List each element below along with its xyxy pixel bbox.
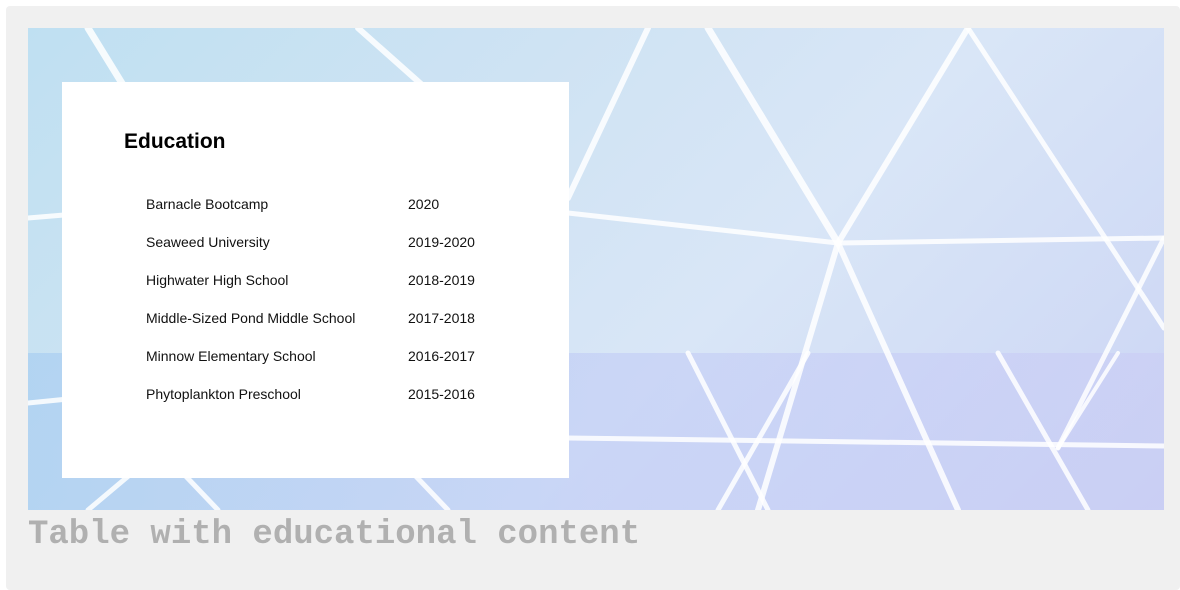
school-years: 2015-2016 [408, 386, 475, 402]
school-years: 2017-2018 [408, 310, 475, 326]
demo-caption: Table with educational content [28, 516, 641, 554]
table-row: Middle-Sized Pond Middle School 2017-201… [146, 299, 498, 337]
school-name: Highwater High School [146, 272, 289, 288]
education-heading: Education [124, 130, 226, 153]
school-years: 2020 [408, 196, 440, 212]
school-name: Phytoplankton Preschool [146, 386, 301, 402]
school-name: Middle-Sized Pond Middle School [146, 310, 356, 326]
school-name: Seaweed University [146, 234, 270, 250]
table-row: Highwater High School 2018-2019 [146, 261, 498, 299]
school-years: 2016-2017 [408, 348, 475, 364]
school-name: Barnacle Bootcamp [146, 196, 269, 212]
table-row: Barnacle Bootcamp 2020 [146, 185, 498, 223]
education-table: Barnacle Bootcamp 2020 Seaweed Universit… [146, 185, 498, 413]
school-years: 2019-2020 [408, 234, 475, 250]
school-name: Minnow Elementary School [146, 348, 316, 364]
education-card: Education Barnacle Bootcamp 2020 Seaweed… [62, 82, 569, 478]
table-row: Phytoplankton Preschool 2015-2016 [146, 375, 498, 413]
table-row: Minnow Elementary School 2016-2017 [146, 337, 498, 375]
school-years: 2018-2019 [408, 272, 475, 288]
table-row: Seaweed University 2019-2020 [146, 223, 498, 261]
